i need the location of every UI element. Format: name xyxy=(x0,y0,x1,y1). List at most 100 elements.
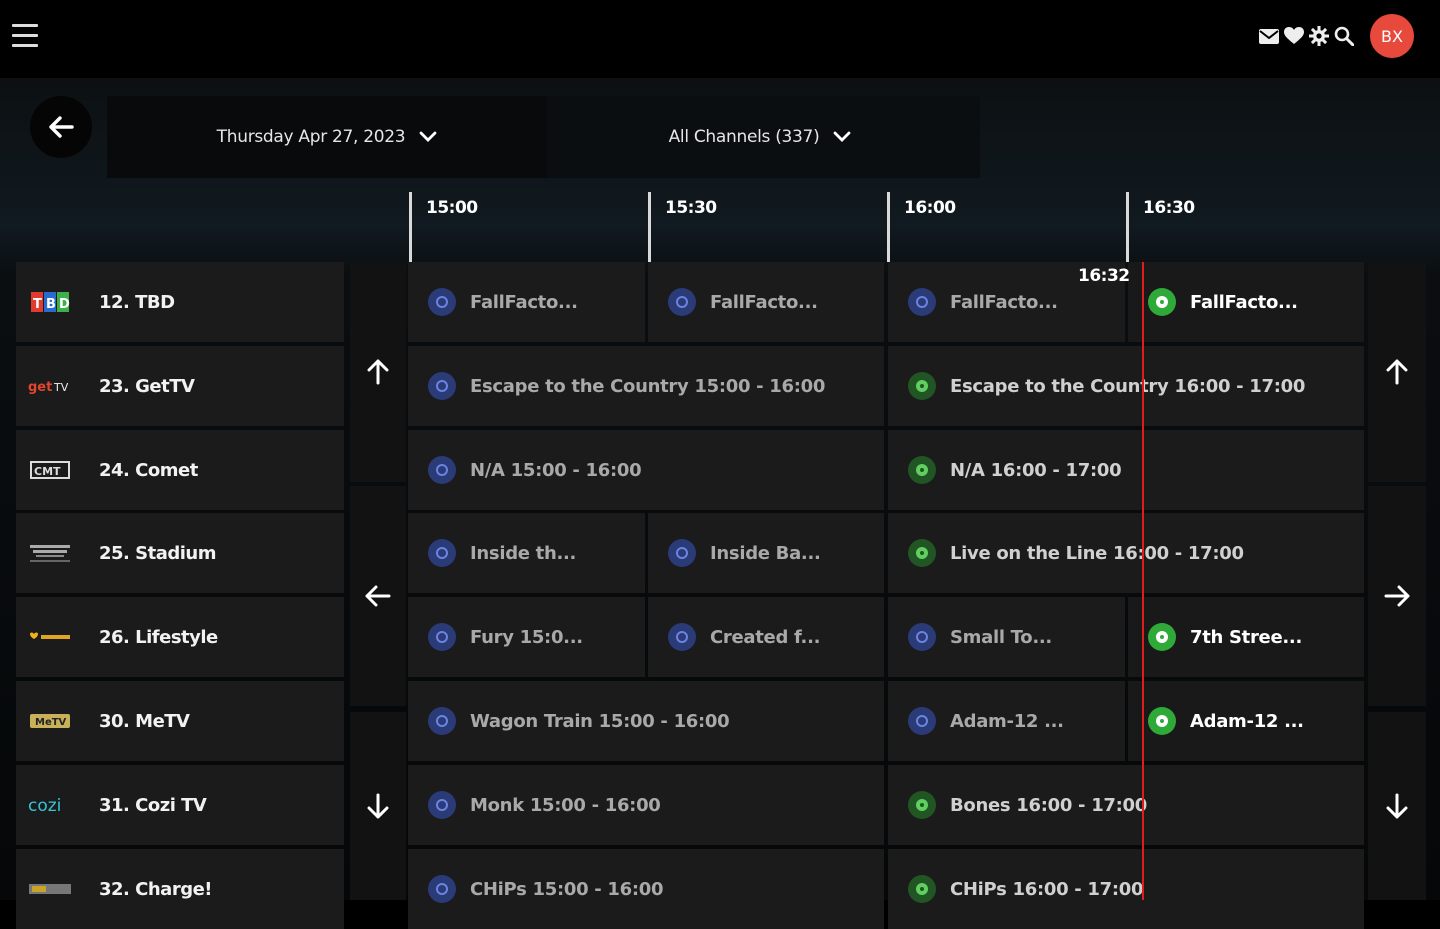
replay-icon xyxy=(908,623,936,651)
channel-name: 25. Stadium xyxy=(99,542,217,564)
menu-icon[interactable] xyxy=(12,24,38,48)
live-icon xyxy=(908,791,936,819)
stadium-logo xyxy=(28,541,72,565)
channel-row[interactable]: CMT 24. Comet xyxy=(16,430,344,510)
top-bar: BX xyxy=(0,0,1440,78)
time-label: 15:00 xyxy=(426,198,478,218)
scroll-right-button[interactable] xyxy=(1368,486,1426,706)
live-icon xyxy=(1148,707,1176,735)
charge-logo xyxy=(28,877,72,901)
time-label: 15:30 xyxy=(665,198,717,218)
arrow-up-icon xyxy=(1386,359,1408,385)
scroll-down-button[interactable] xyxy=(350,712,406,900)
time-label: 16:00 xyxy=(904,198,956,218)
replay-icon xyxy=(908,707,936,735)
program-title: Live on the Line 16:00 - 17:00 xyxy=(950,542,1244,564)
program-cell[interactable]: Created f... xyxy=(648,597,884,677)
time-tick xyxy=(648,192,651,262)
channel-name: 12. TBD xyxy=(99,291,175,313)
replay-icon xyxy=(428,456,456,484)
replay-icon xyxy=(428,623,456,651)
program-cell[interactable]: Bones 16:00 - 17:00 xyxy=(888,765,1364,845)
program-title: CHiPs 16:00 - 17:00 xyxy=(950,878,1144,900)
program-title: Wagon Train 15:00 - 16:00 xyxy=(470,710,730,732)
arrow-down-icon xyxy=(1386,793,1408,819)
channel-row[interactable]: MeTV 30. MeTV xyxy=(16,681,344,761)
program-title: Inside Ba... xyxy=(710,542,821,564)
header-actions xyxy=(1256,24,1356,48)
search-icon[interactable] xyxy=(1331,24,1356,48)
channel-filter-label: All Channels (337) xyxy=(668,127,820,147)
program-title: Monk 15:00 - 16:00 xyxy=(470,794,661,816)
program-cell[interactable]: FallFacto... xyxy=(408,262,645,342)
program-cell[interactable]: 7th Stree... xyxy=(1128,597,1364,677)
replay-icon xyxy=(428,791,456,819)
date-dropdown[interactable]: Thursday Apr 27, 2023 xyxy=(107,96,547,178)
program-title: Escape to the Country 16:00 - 17:00 xyxy=(950,375,1306,397)
svg-text:B: B xyxy=(46,297,56,312)
replay-icon xyxy=(428,707,456,735)
program-cell[interactable]: Inside Ba... xyxy=(648,513,884,593)
replay-icon xyxy=(428,372,456,400)
program-title: N/A 16:00 - 17:00 xyxy=(950,459,1122,481)
channel-row[interactable]: 26. Lifestyle xyxy=(16,597,344,677)
replay-icon xyxy=(908,288,936,316)
replay-icon xyxy=(668,539,696,567)
program-title: FallFacto... xyxy=(950,291,1058,313)
replay-icon xyxy=(668,288,696,316)
program-title: Bones 16:00 - 17:00 xyxy=(950,794,1147,816)
chevron-down-icon xyxy=(419,131,437,142)
live-icon xyxy=(908,875,936,903)
program-cell[interactable]: Inside th... xyxy=(408,513,645,593)
program-title: CHiPs 15:00 - 16:00 xyxy=(470,878,664,900)
chevron-down-icon xyxy=(834,131,851,142)
channel-row[interactable]: TBD 12. TBD xyxy=(16,262,344,342)
channel-name: 24. Comet xyxy=(99,459,198,481)
channel-row[interactable]: cozi 31. Cozi TV xyxy=(16,765,344,845)
lifestyle-logo xyxy=(28,625,72,649)
program-cell[interactable]: Small To... xyxy=(888,597,1125,677)
channel-filter-dropdown[interactable]: All Channels (337) xyxy=(540,96,980,178)
gear-icon[interactable] xyxy=(1306,24,1331,48)
arrow-left-icon xyxy=(365,585,391,607)
svg-text:cozi: cozi xyxy=(28,796,61,815)
program-cell[interactable]: FallFacto... xyxy=(648,262,884,342)
program-title: FallFacto... xyxy=(1190,291,1298,313)
program-cell[interactable]: Escape to the Country 16:00 - 17:00 xyxy=(888,346,1364,426)
program-cell[interactable]: Fury 15:0... xyxy=(408,597,645,677)
program-cell[interactable]: N/A 16:00 - 17:00 xyxy=(888,430,1364,510)
program-cell[interactable]: Live on the Line 16:00 - 17:00 xyxy=(888,513,1364,593)
channel-name: 26. Lifestyle xyxy=(99,626,218,648)
channel-list: TBD 12. TBD get TV 23. GetTV CMT 24. Come… xyxy=(16,262,344,929)
mail-icon[interactable] xyxy=(1256,24,1281,48)
program-cell[interactable]: Monk 15:00 - 16:00 xyxy=(408,765,884,845)
scroll-up-button[interactable] xyxy=(350,262,406,482)
arrow-right-icon xyxy=(1384,585,1410,607)
program-cell[interactable]: Wagon Train 15:00 - 16:00 xyxy=(408,681,884,761)
date-label: Thursday Apr 27, 2023 xyxy=(216,127,406,147)
channel-row[interactable]: 25. Stadium xyxy=(16,513,344,593)
program-cell[interactable]: Escape to the Country 15:00 - 16:00 xyxy=(408,346,884,426)
scroll-left-button[interactable] xyxy=(350,486,406,706)
program-title: N/A 15:00 - 16:00 xyxy=(470,459,642,481)
channel-row[interactable]: get TV 23. GetTV xyxy=(16,346,344,426)
program-cell[interactable]: CHiPs 15:00 - 16:00 xyxy=(408,849,884,929)
replay-icon xyxy=(668,623,696,651)
program-cell[interactable]: FallFacto... xyxy=(1128,262,1364,342)
tbd-logo: TBD xyxy=(28,290,72,314)
replay-icon xyxy=(428,875,456,903)
heart-icon[interactable] xyxy=(1281,24,1306,48)
replay-icon xyxy=(428,539,456,567)
avatar[interactable]: BX xyxy=(1370,14,1414,58)
program-cell[interactable]: Adam-12 ... xyxy=(888,681,1125,761)
scroll-up-button-right[interactable] xyxy=(1368,262,1426,482)
program-title: Small To... xyxy=(950,626,1052,648)
current-time-label: 16:32 xyxy=(1078,266,1130,286)
scroll-down-button-right[interactable] xyxy=(1368,712,1426,900)
svg-text:TV: TV xyxy=(53,381,69,394)
program-cell[interactable]: Adam-12 ... xyxy=(1128,681,1364,761)
program-cell[interactable]: CHiPs 16:00 - 17:00 xyxy=(888,849,1364,929)
program-cell[interactable]: N/A 15:00 - 16:00 xyxy=(408,430,884,510)
channel-row[interactable]: 32. Charge! xyxy=(16,849,344,929)
back-button[interactable] xyxy=(30,96,92,158)
